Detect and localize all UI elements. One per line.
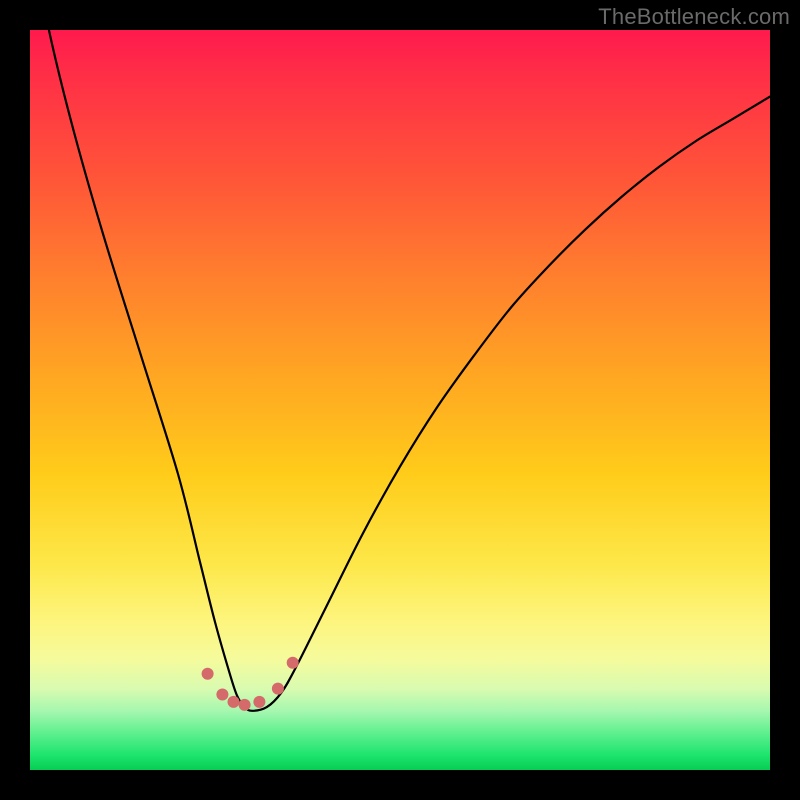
optimal-dot [272,683,284,695]
optimal-dot [216,689,228,701]
optimal-dot [202,668,214,680]
plot-area [30,30,770,770]
optimal-dot [287,657,299,669]
optimal-dot [239,699,251,711]
watermark-text: TheBottleneck.com [598,4,790,30]
optimal-dot [228,696,240,708]
chart-frame: TheBottleneck.com [0,0,800,800]
optimal-range-dots [30,30,770,770]
optimal-dot [253,696,265,708]
